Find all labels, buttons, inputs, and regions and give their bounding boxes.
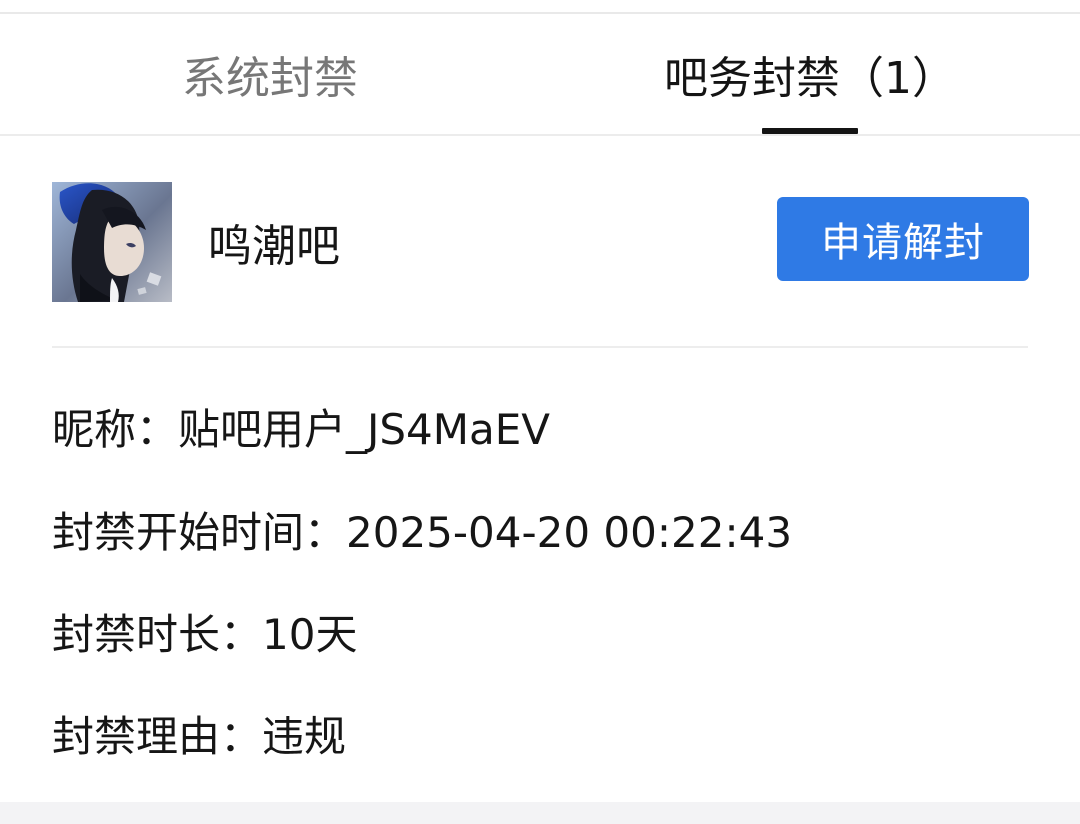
nickname-row: 昵称：贴吧用户_JS4MaEV — [52, 405, 551, 454]
bar-avatar[interactable] — [52, 182, 172, 302]
section-divider — [52, 346, 1028, 348]
tab-bar-admin-ban-label: 吧务封禁（1） — [664, 53, 956, 104]
active-tab-indicator — [762, 128, 858, 134]
bar-card-header: 鸣潮吧 申请解封 — [52, 182, 1029, 302]
ban-duration-row: 封禁时长：10天 — [52, 610, 358, 659]
bottom-strip — [0, 802, 1080, 824]
apply-unblock-button[interactable]: 申请解封 — [777, 197, 1029, 281]
bar-name[interactable]: 鸣潮吧 — [208, 182, 340, 302]
tab-bar: 系统封禁 吧务封禁（1） — [0, 14, 1080, 136]
ban-list-page: 系统封禁 吧务封禁（1） 鸣潮吧 申请解封 昵称：贴吧用户_JS4MaEV 封禁… — [0, 0, 1080, 824]
tab-system-ban-label: 系统封禁 — [182, 53, 358, 104]
ban-start-time-row: 封禁开始时间：2025-04-20 00:22:43 — [52, 508, 793, 557]
ban-reason-row: 封禁理由：违规 — [52, 712, 347, 761]
tab-system-ban[interactable]: 系统封禁 — [0, 14, 540, 134]
avatar-character-image — [52, 182, 172, 302]
tab-bar-admin-ban[interactable]: 吧务封禁（1） — [540, 14, 1080, 134]
top-strip — [0, 0, 1080, 14]
